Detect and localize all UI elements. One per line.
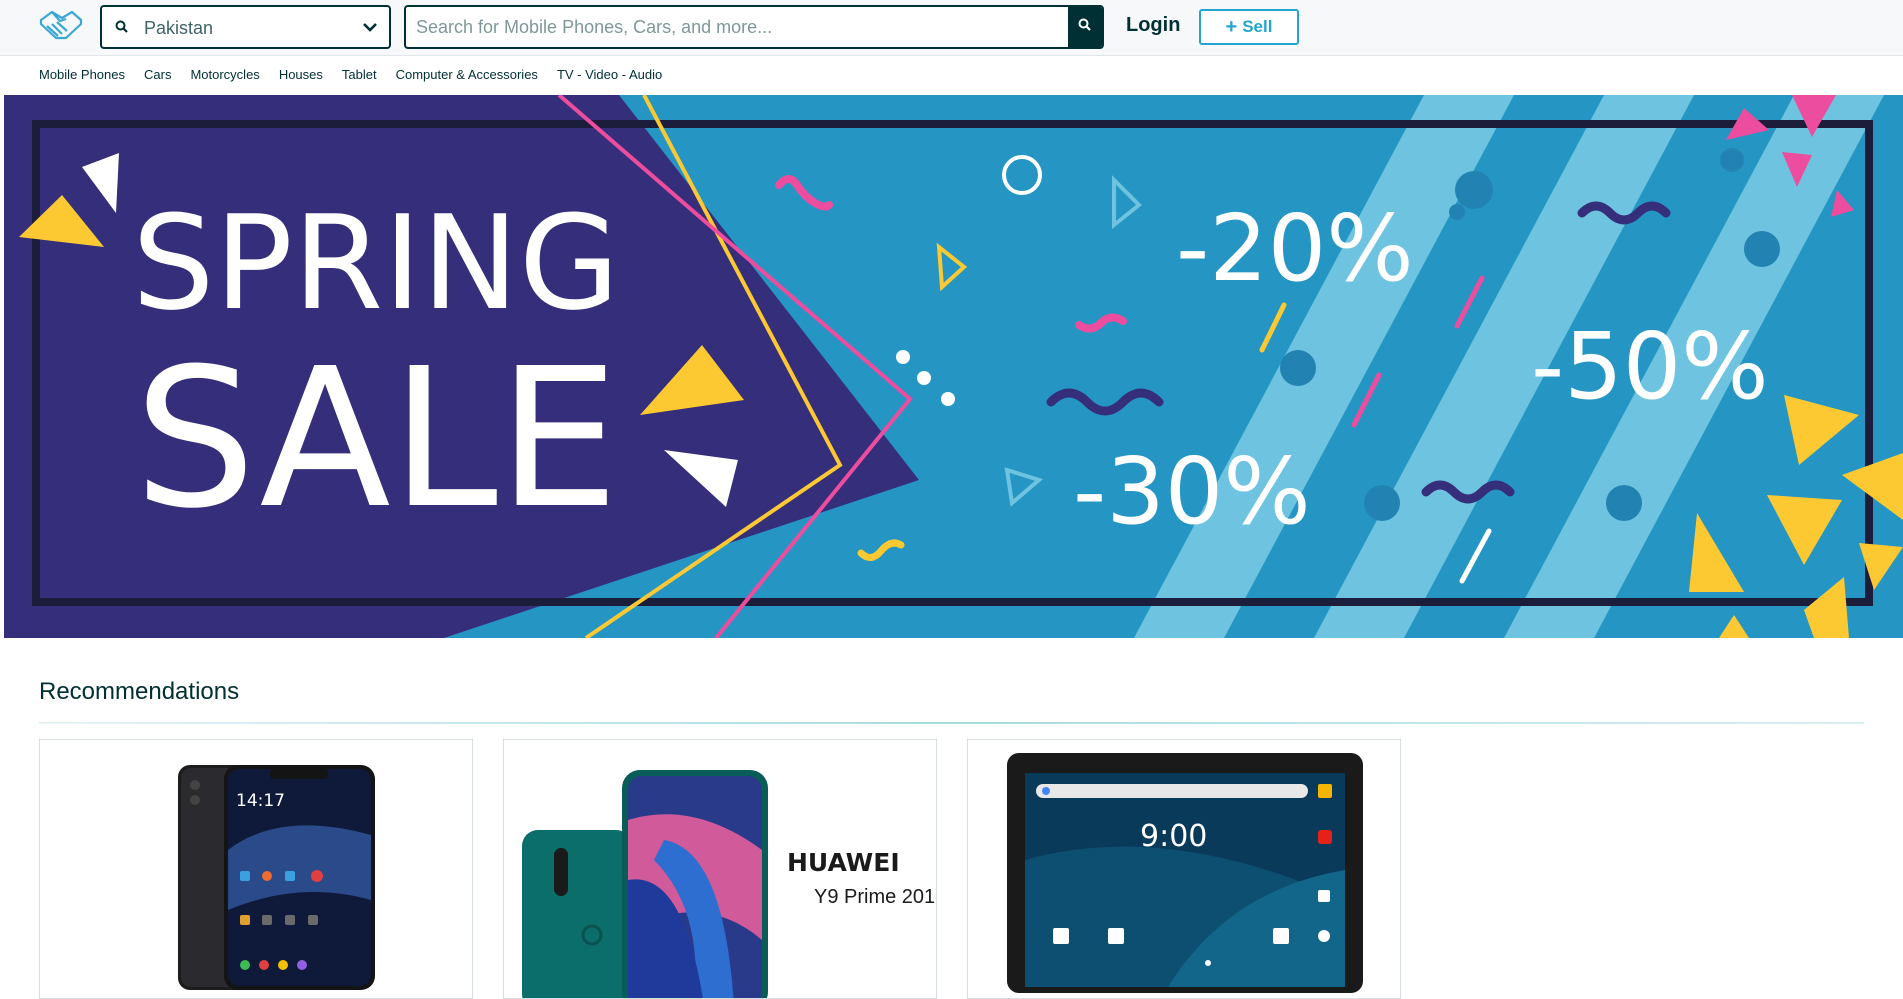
product-image: 14:17 (178, 765, 375, 990)
search-bar (404, 5, 1104, 49)
search-icon (114, 19, 130, 35)
discount-20: -20% (1176, 195, 1414, 302)
product-card[interactable]: HUAWEI Y9 Prime 2019 (503, 739, 937, 999)
plus-icon: + (1225, 15, 1238, 38)
card-screen-time: 14:17 (236, 791, 285, 811)
header: Pakistan Login + Sell (0, 0, 1903, 56)
category-link[interactable]: Mobile Phones (39, 67, 125, 82)
product-image: HUAWEI Y9 Prime 2019 (504, 740, 937, 998)
search-button[interactable] (1068, 7, 1102, 47)
product-card[interactable]: 14:17 (39, 739, 473, 999)
category-link[interactable]: Houses (279, 67, 323, 82)
card-model: Y9 Prime 2019 (814, 886, 937, 908)
category-link[interactable]: TV - Video - Audio (557, 67, 662, 82)
card-brand: HUAWEI (787, 848, 900, 877)
card-screen-time: 9:00 (1140, 819, 1207, 854)
category-nav: Mobile Phones Cars Motorcycles Houses Ta… (0, 56, 1903, 95)
recommendations-heading: Recommendations (39, 678, 240, 705)
location-selector[interactable]: Pakistan (100, 5, 391, 49)
category-link[interactable]: Computer & Accessories (396, 67, 538, 82)
location-value: Pakistan (144, 18, 214, 38)
chevron-down-icon[interactable] (361, 18, 379, 36)
category-link[interactable]: Tablet (342, 67, 377, 82)
divider (39, 722, 1864, 724)
banner-line2: SALE (134, 328, 619, 551)
discount-30: -30% (1073, 438, 1311, 545)
handshake-icon[interactable] (38, 8, 84, 44)
category-link[interactable]: Motorcycles (190, 67, 259, 82)
product-card[interactable]: 9:00 (967, 739, 1401, 999)
sell-label: Sell (1242, 17, 1273, 36)
category-link[interactable]: Cars (144, 67, 171, 82)
search-input[interactable] (406, 7, 1066, 47)
discount-50: -50% (1531, 313, 1769, 420)
banner-line1: SPRING (132, 187, 620, 339)
spring-sale-banner[interactable]: SPRING SALE -20% -50% -30% (4, 95, 1903, 638)
product-image: 9:00 (1007, 753, 1363, 993)
sell-button[interactable]: + Sell (1199, 9, 1299, 45)
login-link[interactable]: Login (1126, 14, 1180, 37)
search-icon (1077, 17, 1093, 38)
